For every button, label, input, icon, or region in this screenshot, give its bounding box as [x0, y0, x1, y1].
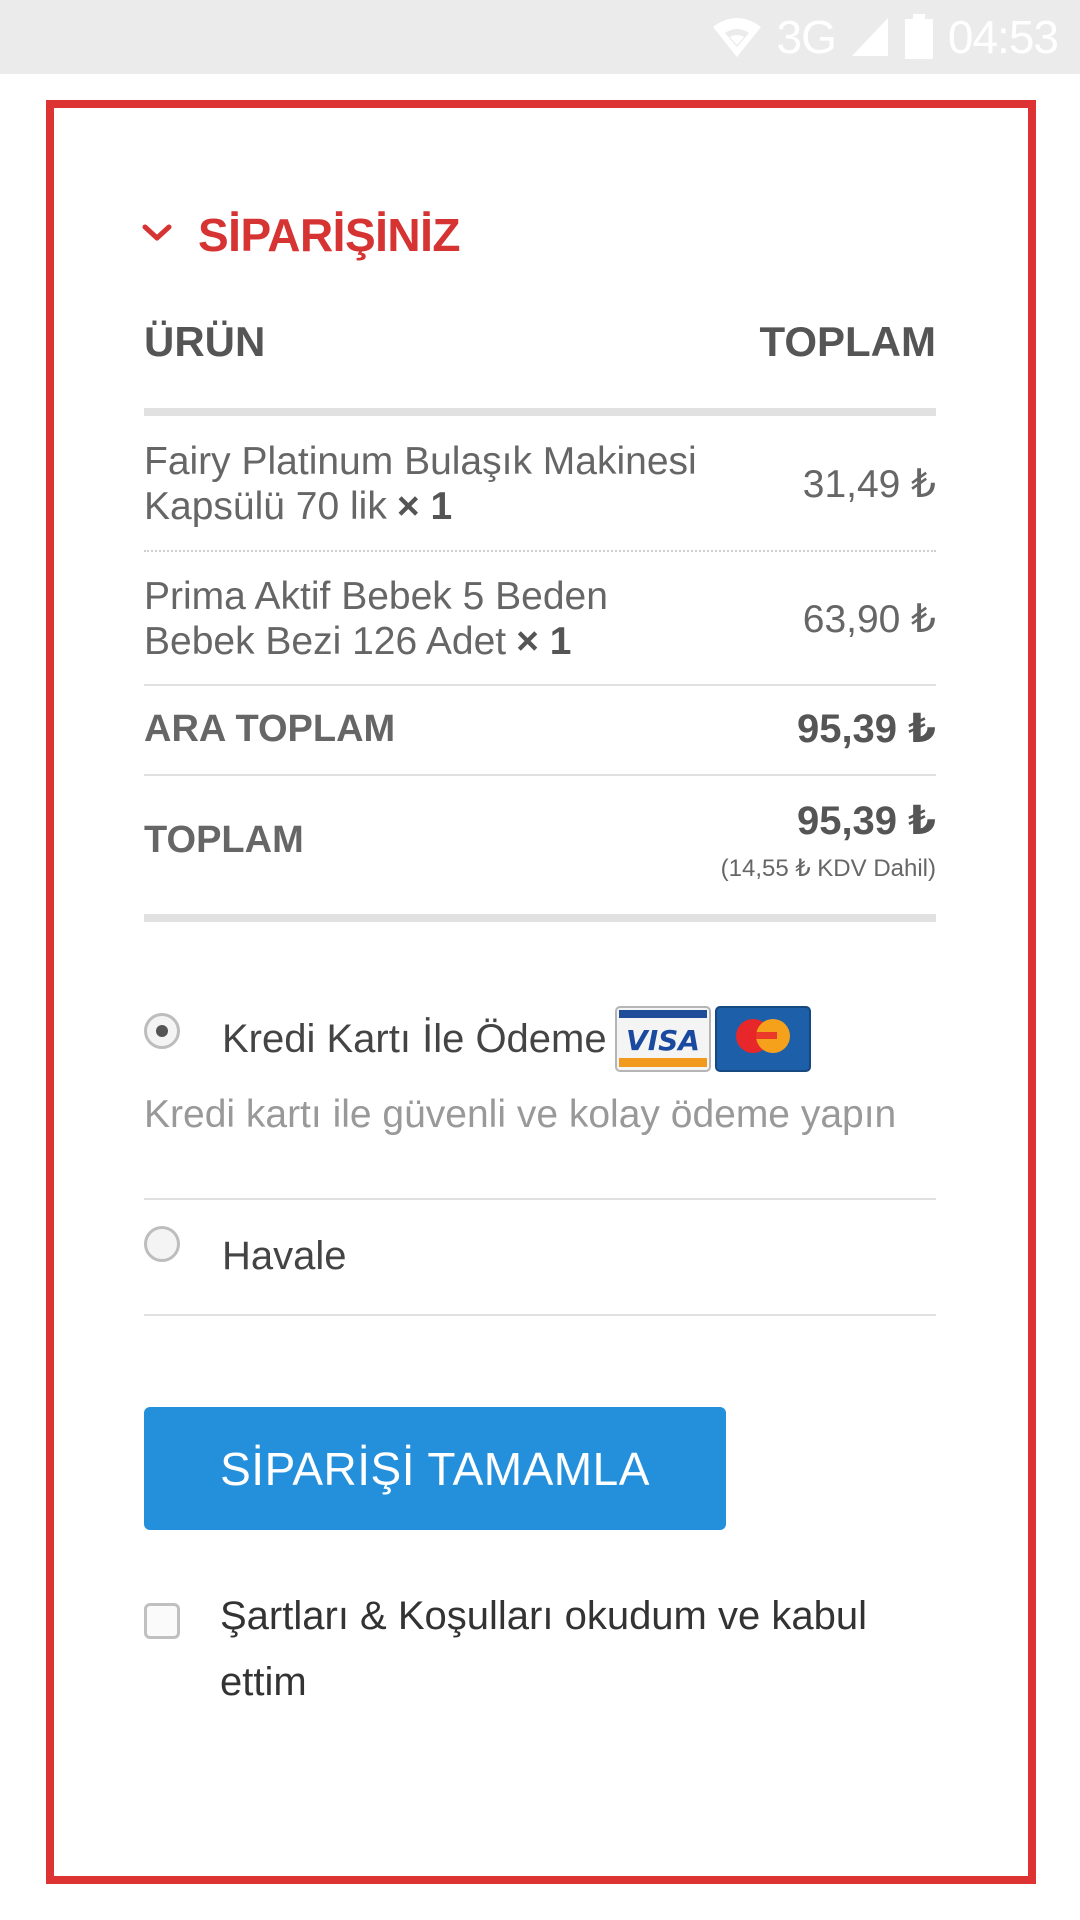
mastercard-icon: [714, 1006, 811, 1072]
network-type: 3G: [776, 11, 837, 63]
credit-card-label: Kredi Kartı İle Ödeme: [222, 1016, 607, 1061]
visa-icon: VISA: [614, 1006, 711, 1072]
subtotal-row: ARA TOPLAM 95,39 ₺: [144, 700, 936, 758]
item-divider: [144, 550, 936, 552]
order-item-qty: × 1: [516, 620, 572, 663]
subtotal-value: 95,39 ₺: [796, 707, 936, 751]
order-section-toggle[interactable]: SİPARİŞİNİZ: [142, 205, 461, 265]
order-item-qty: × 1: [396, 485, 453, 528]
terms-label[interactable]: Şartları & Koşulları okudum ve kabul ett…: [220, 1583, 924, 1715]
table-header: ÜRÜN TOPLAM: [144, 318, 936, 366]
payment-divider: [144, 1198, 936, 1200]
section-title: SİPARİŞİNİZ: [198, 209, 461, 261]
order-item-price: 31,49 ₺: [802, 462, 936, 506]
order-item-row: Prima Aktif Bebek 5 Beden Bebek Bezi 126…: [144, 569, 936, 669]
order-item-name: Prima Aktif Bebek 5 Beden Bebek Bezi 126…: [144, 575, 608, 663]
status-icons: 3G 04:53: [711, 0, 1059, 74]
subtotal-label: ARA TOPLAM: [144, 707, 396, 750]
card-logos: VISA: [614, 1006, 811, 1072]
order-item-name: Fairy Platinum Bulaşık Makinesi Kapsülü …: [144, 440, 697, 528]
total-row: TOPLAM 95,39 ₺ (14,55 ₺ KDV Dahil): [144, 792, 936, 888]
total-label: TOPLAM: [144, 818, 304, 861]
clock: 04:53: [947, 11, 1059, 63]
battery-icon: [904, 14, 934, 60]
order-item-price: 63,90 ₺: [802, 597, 936, 641]
credit-card-description: Kredi kartı ile güvenli ve kolay ödeme y…: [144, 1093, 897, 1136]
credit-card-radio[interactable]: [144, 1013, 180, 1049]
items-divider: [144, 684, 936, 686]
subtotal-divider: [144, 774, 936, 776]
header-divider: [144, 408, 936, 416]
total-column-header: TOPLAM: [759, 318, 936, 365]
total-value: 95,39 ₺: [796, 798, 936, 843]
complete-order-button[interactable]: SİPARİŞİ TAMAMLA: [144, 1407, 726, 1530]
payment-option-credit-card[interactable]: Kredi Kartı İle Ödeme VISA: [144, 1002, 936, 1076]
product-column-header: ÜRÜN: [144, 318, 266, 365]
havale-radio[interactable]: [144, 1226, 180, 1262]
signal-icon: [850, 16, 890, 58]
status-bar: 3G 04:53: [0, 0, 1080, 74]
total-value-group: 95,39 ₺ (14,55 ₺ KDV Dahil): [721, 798, 936, 883]
svg-text:VISA: VISA: [626, 1024, 700, 1057]
order-item-row: Fairy Platinum Bulaşık Makinesi Kapsülü …: [144, 434, 936, 534]
payment-option-havale[interactable]: Havale: [144, 1222, 936, 1290]
total-divider: [144, 914, 936, 922]
wifi-icon: [711, 15, 763, 59]
havale-label: Havale: [222, 1233, 347, 1278]
payment-divider: [144, 1314, 936, 1316]
tax-note: (14,55 ₺ KDV Dahil): [720, 854, 936, 882]
chevron-down-icon: [142, 223, 172, 248]
terms-checkbox[interactable]: [144, 1603, 180, 1639]
terms-agreement[interactable]: Şartları & Koşulları okudum ve kabul ett…: [144, 1594, 924, 1715]
